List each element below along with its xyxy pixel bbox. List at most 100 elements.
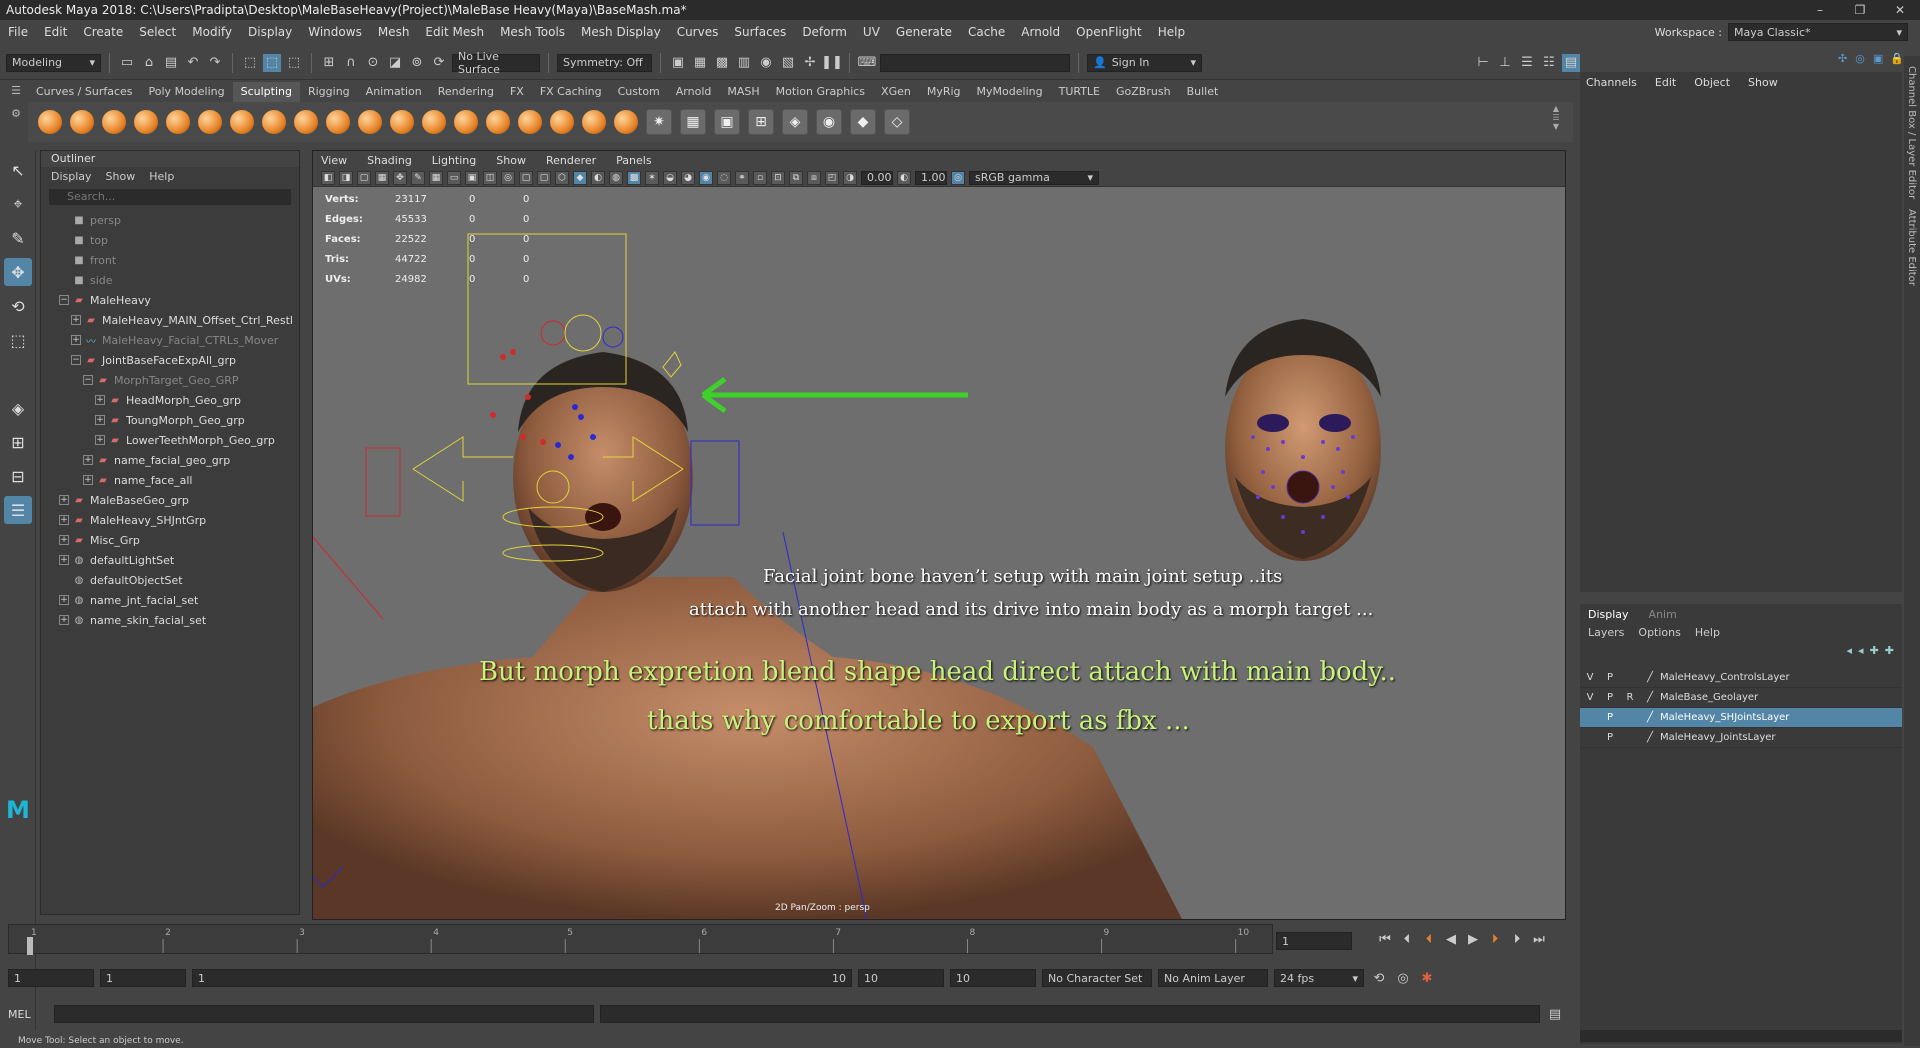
layer-row[interactable]: V P R ╱ MaleBase_Geolayer bbox=[1580, 688, 1902, 708]
depth-peeling-icon[interactable]: ⧉ bbox=[789, 170, 803, 185]
wireframe-on-shaded-icon[interactable]: ◍ bbox=[609, 170, 623, 185]
maximize-button[interactable]: ❐ bbox=[1840, 3, 1880, 17]
render-sequence-icon[interactable]: ▦ bbox=[691, 54, 709, 72]
viewport-panel[interactable]: View Shading Lighting Show Renderer Pane… bbox=[312, 150, 1566, 920]
relax-tool-icon[interactable] bbox=[102, 110, 126, 134]
lasso-tool-icon[interactable]: ⌖ bbox=[4, 190, 32, 218]
two-pane-layout-icon[interactable]: ⊟ bbox=[4, 462, 32, 490]
scale-tool-icon[interactable]: ⬚ bbox=[4, 326, 32, 354]
current-time-marker[interactable] bbox=[27, 937, 33, 955]
outliner-item[interactable]: − ▰ MorphTarget_Geo_GRP bbox=[41, 370, 299, 390]
outliner-item[interactable]: + ▰ name_face_all bbox=[41, 470, 299, 490]
close-button[interactable]: ✕ bbox=[1880, 3, 1920, 17]
layer-menu-layers[interactable]: Layers bbox=[1588, 626, 1624, 640]
lock-icon[interactable]: 🔒 bbox=[1890, 52, 1904, 66]
eraser-icon[interactable]: ◇ bbox=[884, 109, 910, 135]
collapse-icon[interactable]: − bbox=[83, 375, 93, 385]
select-object-icon[interactable]: ⬚ bbox=[263, 53, 281, 72]
exposure-field[interactable]: 0.00 bbox=[861, 170, 893, 185]
menu-mesh[interactable]: Mesh bbox=[370, 25, 418, 39]
outliner-item[interactable]: + 〰 MaleHeavy_Facial_CTRLs_Mover bbox=[41, 330, 299, 350]
menu-generate[interactable]: Generate bbox=[888, 25, 960, 39]
menu-help[interactable]: Help bbox=[1150, 25, 1193, 39]
playback-toggle[interactable]: P bbox=[1600, 692, 1620, 703]
film-gate-icon[interactable]: ▭ bbox=[447, 170, 461, 185]
visibility-toggle[interactable]: V bbox=[1580, 672, 1600, 683]
new-scene-icon[interactable]: ▭ bbox=[118, 54, 136, 72]
outliner-item[interactable]: ■ side bbox=[41, 270, 299, 290]
save-scene-icon[interactable]: ▤ bbox=[162, 54, 180, 72]
outliner-item[interactable]: ■ persp bbox=[41, 210, 299, 230]
expand-icon[interactable]: + bbox=[71, 315, 81, 325]
four-pane-layout-icon[interactable]: ⊞ bbox=[4, 428, 32, 456]
menu-uv[interactable]: UV bbox=[855, 25, 888, 39]
reference-toggle[interactable]: R bbox=[1620, 692, 1640, 703]
outliner-item[interactable]: + ▰ name_facial_geo_grp bbox=[41, 450, 299, 470]
stamp-icon[interactable]: ◆ bbox=[850, 109, 876, 135]
redo-icon[interactable]: ↷ bbox=[206, 54, 224, 72]
tab-turtle[interactable]: TURTLE bbox=[1051, 82, 1108, 102]
extract-icon[interactable]: ◈ bbox=[782, 109, 808, 135]
camera-select-icon[interactable]: ◧ bbox=[321, 170, 335, 185]
input-line-icon[interactable]: ⌨ bbox=[858, 54, 877, 72]
mel-label[interactable]: MEL bbox=[8, 1008, 48, 1021]
tab-poly-modeling[interactable]: Poly Modeling bbox=[141, 82, 233, 102]
gamma-icon[interactable]: ◐ bbox=[897, 170, 911, 185]
multisample-icon[interactable]: ◰ bbox=[825, 170, 839, 185]
snap-grid-icon[interactable]: ⊞ bbox=[320, 54, 338, 72]
tab-animation[interactable]: Animation bbox=[358, 82, 430, 102]
menu-display[interactable]: Display bbox=[240, 25, 300, 39]
outliner-item[interactable]: ◍ defaultObjectSet bbox=[41, 570, 299, 590]
mask-tool-icon[interactable] bbox=[614, 110, 638, 134]
input-line-field[interactable] bbox=[880, 53, 1070, 72]
viewport-menu-renderer[interactable]: Renderer bbox=[546, 154, 596, 167]
tab-fx[interactable]: FX bbox=[502, 82, 532, 102]
convert-to-frozen-icon[interactable]: ✷ bbox=[646, 109, 672, 135]
go-to-end-icon[interactable]: ⏭ bbox=[1530, 930, 1548, 948]
shelf-scroll[interactable]: ▲ ☰ ▼ bbox=[1550, 104, 1562, 140]
pinch-tool-icon[interactable] bbox=[166, 110, 190, 134]
pause-icon[interactable]: ❚❚ bbox=[821, 54, 843, 72]
expand-icon[interactable]: + bbox=[83, 475, 93, 485]
select-component-icon[interactable]: ⬚ bbox=[285, 54, 303, 72]
xray-components-icon[interactable]: ▫ bbox=[753, 170, 767, 185]
scroll-down-icon[interactable]: ▼ bbox=[1553, 122, 1559, 131]
grab-tool-icon[interactable] bbox=[134, 110, 158, 134]
new-layer-selected-icon[interactable]: ✚ bbox=[1885, 644, 1894, 660]
step-back-key-icon[interactable]: ⏴ bbox=[1420, 930, 1438, 948]
tool-settings-icon[interactable]: ☷ bbox=[1540, 54, 1558, 72]
render-icon[interactable]: ▣ bbox=[669, 54, 687, 72]
xray-joints-icon[interactable]: ⚭ bbox=[735, 170, 749, 185]
expand-icon[interactable]: + bbox=[59, 535, 69, 545]
snap-curve-icon[interactable]: ∩ bbox=[342, 54, 360, 72]
tab-bullet[interactable]: Bullet bbox=[1179, 82, 1227, 102]
menu-arnold[interactable]: Arnold bbox=[1013, 25, 1068, 39]
channel-menu-object[interactable]: Object bbox=[1694, 76, 1730, 89]
display-icon[interactable]: ◎ bbox=[1855, 52, 1865, 65]
view-transform-dropdown[interactable]: sRGB gamma ▾ bbox=[969, 170, 1099, 185]
anim-layer-dropdown[interactable]: No Anim Layer bbox=[1158, 969, 1268, 987]
axes-icon[interactable]: ✣ bbox=[1838, 52, 1847, 65]
gate-mask-icon[interactable]: ◫ bbox=[483, 170, 497, 185]
textured-icon[interactable]: ▩ bbox=[627, 170, 641, 185]
tab-arnold[interactable]: Arnold bbox=[668, 82, 720, 102]
loop-icon[interactable]: ⟲ bbox=[1370, 969, 1388, 987]
shadows-icon[interactable]: ◒ bbox=[663, 170, 677, 185]
outliner-item[interactable]: + ▰ MaleHeavy_SHJntGrp bbox=[41, 510, 299, 530]
open-scene-icon[interactable]: ⌂ bbox=[140, 54, 158, 72]
paint-select-icon[interactable]: ✎ bbox=[4, 224, 32, 252]
menu-select[interactable]: Select bbox=[131, 25, 184, 39]
tab-anim[interactable]: Anim bbox=[1649, 608, 1677, 621]
render-settings-icon[interactable]: ▥ bbox=[735, 54, 753, 72]
tab-fx-caching[interactable]: FX Caching bbox=[532, 82, 610, 102]
freeze-tool-icon[interactable] bbox=[582, 110, 606, 134]
expand-icon[interactable]: + bbox=[83, 455, 93, 465]
viewport-menu-panels[interactable]: Panels bbox=[616, 154, 651, 167]
expand-icon[interactable]: + bbox=[95, 435, 105, 445]
menu-windows[interactable]: Windows bbox=[300, 25, 370, 39]
channel-menu-channels[interactable]: Channels bbox=[1586, 76, 1637, 89]
minimize-button[interactable]: – bbox=[1800, 3, 1840, 17]
outliner-menu-display[interactable]: Display bbox=[51, 170, 92, 183]
expand-icon[interactable]: + bbox=[59, 515, 69, 525]
layer-color-icon[interactable]: ╱ bbox=[1640, 692, 1660, 703]
